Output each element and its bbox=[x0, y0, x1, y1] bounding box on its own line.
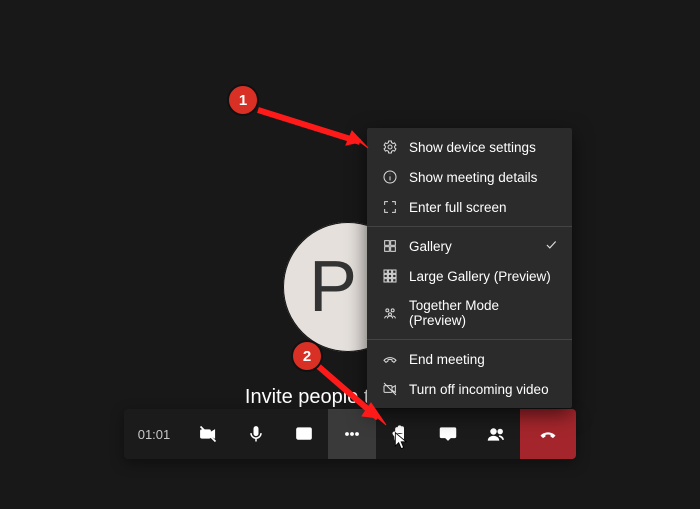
menu-show-meeting-details[interactable]: Show meeting details bbox=[367, 162, 572, 192]
participants-button[interactable] bbox=[472, 409, 520, 459]
menu-divider bbox=[367, 226, 572, 227]
camera-button[interactable] bbox=[184, 409, 232, 459]
menu-label: Gallery bbox=[409, 239, 452, 254]
microphone-icon bbox=[246, 424, 266, 444]
menu-label: End meeting bbox=[409, 352, 485, 367]
annotation-badge-1: 1 bbox=[227, 84, 259, 116]
mic-button[interactable] bbox=[232, 409, 280, 459]
gear-icon bbox=[381, 139, 399, 155]
mouse-cursor-icon bbox=[393, 431, 411, 451]
chat-icon bbox=[438, 424, 458, 444]
annotation-badge-2: 2 bbox=[291, 340, 323, 372]
menu-label: Show device settings bbox=[409, 140, 536, 155]
hang-up-icon bbox=[538, 424, 558, 444]
menu-gallery[interactable]: Gallery bbox=[367, 231, 572, 261]
menu-enter-full-screen[interactable]: Enter full screen bbox=[367, 192, 572, 222]
menu-label: Together Mode (Preview) bbox=[409, 298, 558, 328]
chat-button[interactable] bbox=[424, 409, 472, 459]
camera-off-icon bbox=[198, 424, 218, 444]
grid-3x3-icon bbox=[381, 268, 399, 284]
people-group-icon bbox=[381, 305, 399, 321]
menu-label: Enter full screen bbox=[409, 200, 507, 215]
menu-show-device-settings[interactable]: Show device settings bbox=[367, 132, 572, 162]
menu-label: Show meeting details bbox=[409, 170, 537, 185]
annotation-arrow-2 bbox=[310, 358, 410, 438]
menu-label: Turn off incoming video bbox=[409, 382, 549, 397]
people-icon bbox=[486, 424, 506, 444]
menu-large-gallery[interactable]: Large Gallery (Preview) bbox=[367, 261, 572, 291]
menu-divider bbox=[367, 339, 572, 340]
menu-label: Large Gallery (Preview) bbox=[409, 269, 551, 284]
hang-up-button[interactable] bbox=[520, 409, 576, 459]
annotation-arrow-1 bbox=[250, 100, 380, 160]
avatar-initial: P bbox=[309, 246, 357, 328]
call-timer: 01:01 bbox=[124, 409, 184, 459]
fullscreen-icon bbox=[381, 199, 399, 215]
checkmark-icon bbox=[544, 238, 558, 255]
menu-together-mode[interactable]: Together Mode (Preview) bbox=[367, 291, 572, 335]
info-icon bbox=[381, 169, 399, 185]
grid-2x2-icon bbox=[381, 238, 399, 254]
